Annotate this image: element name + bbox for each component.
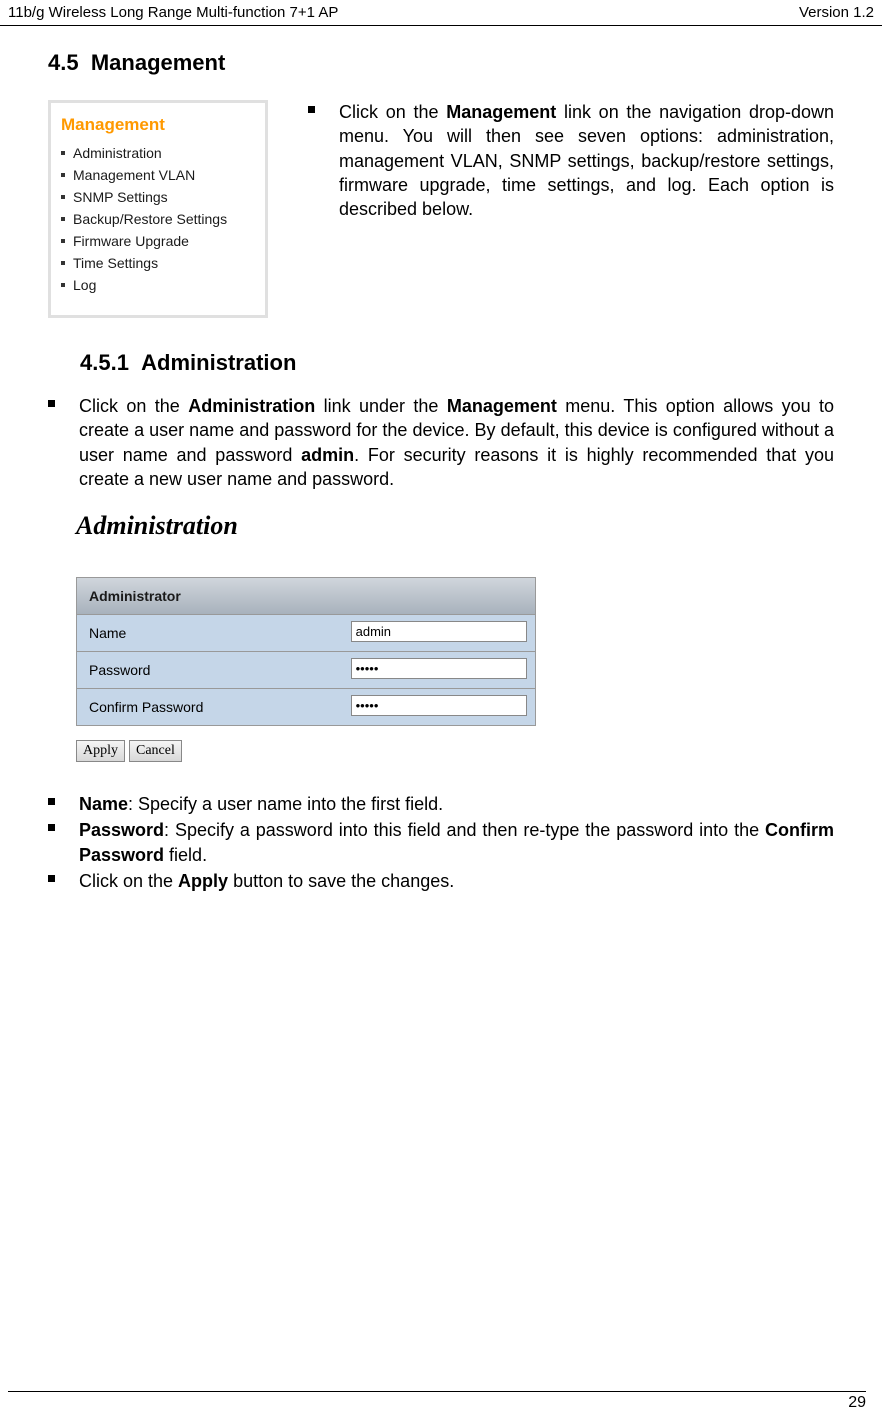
intro-bullet: Click on the Management link on the navi… bbox=[308, 100, 834, 221]
square-bullet-icon bbox=[48, 400, 55, 407]
dot-icon bbox=[61, 283, 65, 287]
name-input-cell bbox=[343, 615, 535, 651]
subsection-title: Administration bbox=[141, 350, 296, 375]
nav-item-label: Firmware Upgrade bbox=[73, 233, 189, 249]
admin-intro-bullet: Click on the Administration link under t… bbox=[48, 394, 834, 491]
name-input[interactable] bbox=[351, 621, 527, 642]
intro-prefix: Click on the bbox=[339, 102, 446, 122]
admin-table: Administrator Name Password Confirm Pass… bbox=[76, 577, 536, 726]
nav-item-label: Backup/Restore Settings bbox=[73, 211, 227, 227]
nav-menu-image: Management Administration Management VLA… bbox=[48, 100, 268, 318]
name-bullet-text: Name: Specify a user name into the first… bbox=[79, 792, 443, 816]
password-input-cell bbox=[343, 652, 535, 688]
administration-form-image: Administration Administrator Name Passwo… bbox=[76, 511, 536, 762]
intro-text-column: Click on the Management link on the navi… bbox=[308, 100, 834, 318]
admin-intro-text: Click on the Administration link under t… bbox=[79, 394, 834, 491]
dot-icon bbox=[61, 195, 65, 199]
nav-item-vlan[interactable]: Management VLAN bbox=[61, 167, 255, 183]
section-heading: 4.5 Management bbox=[48, 50, 834, 76]
nav-item-label: Log bbox=[73, 277, 96, 293]
nav-item-administration[interactable]: Administration bbox=[61, 145, 255, 161]
nav-item-label: Management VLAN bbox=[73, 167, 195, 183]
confirm-input-cell bbox=[343, 689, 535, 725]
intro-row: Management Administration Management VLA… bbox=[48, 100, 834, 318]
name-label: Name bbox=[77, 615, 343, 651]
nav-item-firmware[interactable]: Firmware Upgrade bbox=[61, 233, 255, 249]
nav-item-label: SNMP Settings bbox=[73, 189, 168, 205]
page-number: 29 bbox=[848, 1394, 866, 1411]
dot-icon bbox=[61, 151, 65, 155]
apply-button[interactable]: Apply bbox=[76, 740, 125, 762]
page-header: 11b/g Wireless Long Range Multi-function… bbox=[0, 0, 882, 26]
cancel-button[interactable]: Cancel bbox=[129, 740, 182, 762]
subsection-heading: 4.5.1 Administration bbox=[80, 350, 834, 376]
admin-password-row: Password bbox=[77, 652, 535, 689]
page-content: 4.5 Management Management Administration… bbox=[0, 26, 882, 893]
intro-bold: Management bbox=[446, 102, 556, 122]
admin-group-row: Administrator bbox=[77, 578, 535, 615]
password-bullet-text: Password: Specify a password into this f… bbox=[79, 818, 834, 867]
subsection-number: 4.5.1 bbox=[80, 350, 129, 375]
section-title: Management bbox=[91, 50, 225, 75]
confirm-password-input[interactable] bbox=[351, 695, 527, 716]
apply-bullet-text: Click on the Apply button to save the ch… bbox=[79, 869, 454, 893]
nav-item-time[interactable]: Time Settings bbox=[61, 255, 255, 271]
password-input[interactable] bbox=[351, 658, 527, 679]
nav-box: Management Administration Management VLA… bbox=[48, 100, 268, 318]
button-row: Apply Cancel bbox=[76, 740, 536, 762]
nav-item-label: Time Settings bbox=[73, 255, 158, 271]
nav-item-log[interactable]: Log bbox=[61, 277, 255, 293]
admin-name-row: Name bbox=[77, 615, 535, 652]
square-bullet-icon bbox=[48, 824, 55, 831]
name-bullet: Name: Specify a user name into the first… bbox=[48, 792, 834, 816]
dot-icon bbox=[61, 173, 65, 177]
nav-title: Management bbox=[61, 115, 255, 135]
dot-icon bbox=[61, 217, 65, 221]
admin-confirm-row: Confirm Password bbox=[77, 689, 535, 725]
intro-paragraph: Click on the Management link on the navi… bbox=[339, 100, 834, 221]
admin-form-heading: Administration bbox=[76, 511, 536, 541]
nav-item-backup[interactable]: Backup/Restore Settings bbox=[61, 211, 255, 227]
bottom-bullets: Name: Specify a user name into the first… bbox=[48, 792, 834, 893]
nav-item-label: Administration bbox=[73, 145, 162, 161]
apply-bullet: Click on the Apply button to save the ch… bbox=[48, 869, 834, 893]
confirm-label: Confirm Password bbox=[77, 689, 343, 725]
square-bullet-icon bbox=[48, 875, 55, 882]
admin-group-empty bbox=[343, 578, 535, 614]
header-left: 11b/g Wireless Long Range Multi-function… bbox=[8, 4, 338, 21]
dot-icon bbox=[61, 239, 65, 243]
section-number: 4.5 bbox=[48, 50, 79, 75]
password-bullet: Password: Specify a password into this f… bbox=[48, 818, 834, 867]
dot-icon bbox=[61, 261, 65, 265]
password-label: Password bbox=[77, 652, 343, 688]
nav-item-snmp[interactable]: SNMP Settings bbox=[61, 189, 255, 205]
header-right: Version 1.2 bbox=[799, 4, 874, 21]
page-footer: 29 bbox=[8, 1391, 866, 1412]
square-bullet-icon bbox=[308, 106, 315, 113]
admin-group-label: Administrator bbox=[77, 578, 343, 614]
square-bullet-icon bbox=[48, 798, 55, 805]
